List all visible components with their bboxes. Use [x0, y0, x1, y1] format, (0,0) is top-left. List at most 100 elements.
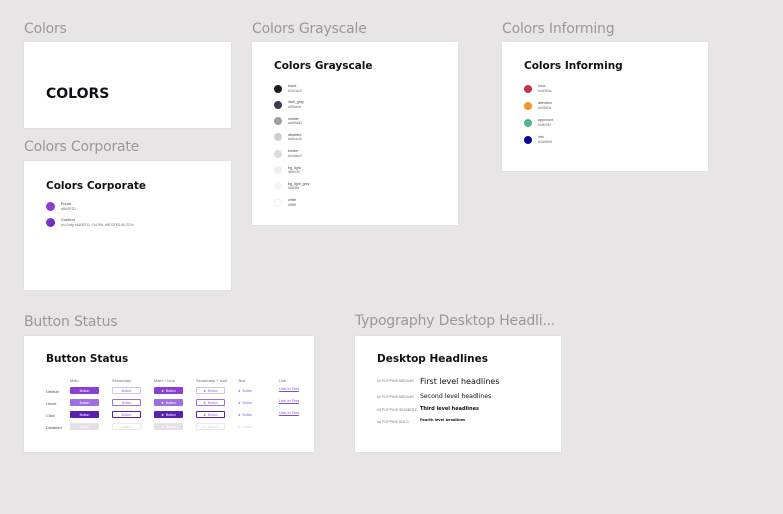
frame-typography[interactable]: Desktop Headlines h1 POPPINS MEDIUM First…: [355, 336, 561, 452]
swatch-dot: [46, 218, 55, 228]
secondary-icon-button[interactable]: ✚ Button: [196, 399, 225, 406]
frame-button-status[interactable]: Button Status Main Secondary Main + Icon Se…: [24, 336, 314, 452]
typography-meta: h2 POPPINS MEDIUM: [377, 395, 414, 399]
swatch-row: disabled #d0ccd4: [274, 133, 302, 142]
column-header: Link: [279, 378, 287, 383]
button-label: Button: [165, 424, 176, 429]
text-button[interactable]: ✚ Button: [238, 399, 252, 406]
column-header: Secondary + Icon: [196, 378, 228, 383]
main-icon-button[interactable]: ✚ Button: [154, 387, 183, 394]
swatch-row: border #e0dbe2: [274, 149, 302, 158]
swatch-row: error #c8304c: [524, 84, 552, 93]
link-in-text[interactable]: Link in Text: [279, 398, 299, 403]
frame-colors-informing[interactable]: Colors Informing error #c8304c attention #f…: [502, 42, 708, 171]
button-label: Button: [242, 412, 253, 417]
button-label: Button: [207, 412, 218, 417]
typography-meta: h3 POPPINS SEMIBOLD: [377, 408, 418, 412]
button-label: Button: [79, 388, 90, 393]
frame-colors-grayscale[interactable]: Colors Grayscale black #1b1a22 dark_gray #3…: [252, 42, 458, 225]
main-button[interactable]: Button: [70, 387, 99, 394]
plus-icon: ✚: [238, 424, 241, 429]
link-in-text[interactable]: Link in Text: [279, 410, 299, 415]
secondary-icon-button[interactable]: ✚ Button: [196, 387, 225, 394]
button-label: Button: [79, 400, 90, 405]
typography-title: Desktop Headlines: [377, 353, 489, 365]
swatch-dot: [524, 84, 532, 93]
frame-label-informing[interactable]: Colors Informing: [502, 21, 615, 37]
secondary-button[interactable]: Button: [112, 399, 141, 406]
swatch-hex: #d0ccd4: [288, 137, 302, 142]
button-label: Button: [121, 412, 132, 417]
plus-icon: ✚: [203, 424, 206, 429]
corporate-swatch-gradient: Gradient lin-Grdg #8A3FD1 +14.5%, #6D2FE…: [46, 218, 134, 228]
column-header: Text: [238, 378, 246, 383]
swatch-dot: [274, 182, 282, 191]
button-label: Button: [242, 400, 253, 405]
swatch-hex: #f5f3f5: [288, 186, 299, 191]
frame-label-grayscale[interactable]: Colors Grayscale: [252, 21, 367, 37]
link-in-text[interactable]: Link in Text: [279, 386, 299, 391]
column-header: Main: [70, 378, 79, 383]
text-button[interactable]: ✚ Button: [238, 423, 252, 430]
swatch-dot: [274, 198, 282, 207]
main-button[interactable]: Button: [70, 399, 99, 406]
swatch-dot: [274, 166, 282, 175]
button-label: Button: [207, 424, 218, 429]
secondary-icon-button[interactable]: ✚ Button: [196, 411, 225, 418]
main-icon-button[interactable]: ✚ Button: [154, 423, 183, 430]
button-label: Button: [79, 412, 90, 417]
swatch-hex: #0d0896: [538, 139, 552, 144]
swatch-dot: [524, 101, 532, 110]
frame-colors[interactable]: COLORS: [24, 42, 231, 128]
main-icon-button[interactable]: ✚ Button: [154, 399, 183, 406]
plus-icon: ✚: [161, 388, 164, 393]
main-button[interactable]: Button: [70, 411, 99, 418]
buttons-title: Button Status: [46, 353, 129, 365]
swatch-hex: #f0ecf0: [288, 170, 300, 175]
row-label: Click: [46, 412, 55, 418]
typography-meta: h1 POPPINS MEDIUM: [377, 379, 414, 383]
swatch-hex: #ffffff: [288, 202, 296, 207]
frame-colors-corporate[interactable]: Colors Corporate Purple #8A3FD1 Gradient…: [24, 161, 231, 290]
swatch-dot: [46, 202, 55, 212]
swatch-hex: #f2952d: [538, 105, 551, 110]
typography-sample: Fourth level headlines: [420, 418, 466, 422]
secondary-button[interactable]: Button: [112, 411, 141, 418]
button-label: Button: [121, 388, 132, 393]
grayscale-title: Colors Grayscale: [274, 60, 373, 72]
swatch-hex: #8A3FD1: [61, 206, 77, 211]
plus-icon: ✚: [238, 412, 241, 417]
swatch-row: bg_light_grey #f5f3f5: [274, 182, 310, 191]
swatch-dot: [524, 135, 532, 144]
swatch-row: approved #4fb394: [524, 118, 553, 127]
secondary-button[interactable]: Button: [112, 387, 141, 394]
secondary-icon-button[interactable]: ✚ Button: [196, 423, 225, 430]
button-label: Button: [207, 388, 218, 393]
swatch-hex: #c8304c: [538, 88, 552, 93]
button-label: Button: [242, 424, 253, 429]
frame-label-colors[interactable]: Colors: [24, 21, 67, 37]
plus-icon: ✚: [203, 412, 206, 417]
main-icon-button[interactable]: ✚ Button: [154, 411, 183, 418]
button-label: Button: [79, 424, 90, 429]
typography-meta: h4 POPPINS BOLD: [377, 420, 409, 424]
swatch-dot: [274, 117, 282, 126]
secondary-button[interactable]: Button: [112, 423, 141, 430]
swatch-row: attention #f2952d: [524, 101, 552, 110]
swatch-row: middle #a09da3: [274, 117, 302, 126]
button-label: Button: [207, 400, 218, 405]
frame-label-buttons[interactable]: Button Status: [24, 314, 118, 330]
frame-label-typography[interactable]: Typography Desktop Headli...: [355, 313, 555, 329]
swatch-hex: #1b1a22: [288, 88, 302, 93]
button-label: Button: [165, 388, 176, 393]
swatch-name: attention: [538, 101, 552, 105]
text-button[interactable]: ✚ Button: [238, 387, 252, 394]
button-label: Button: [121, 424, 132, 429]
text-button[interactable]: ✚ Button: [238, 411, 252, 418]
main-button[interactable]: Button: [70, 423, 99, 430]
plus-icon: ✚: [238, 400, 241, 405]
button-label: Button: [165, 400, 176, 405]
plus-icon: ✚: [203, 400, 206, 405]
swatch-row: info #0d0896: [524, 135, 552, 144]
frame-label-corporate[interactable]: Colors Corporate: [24, 139, 139, 155]
